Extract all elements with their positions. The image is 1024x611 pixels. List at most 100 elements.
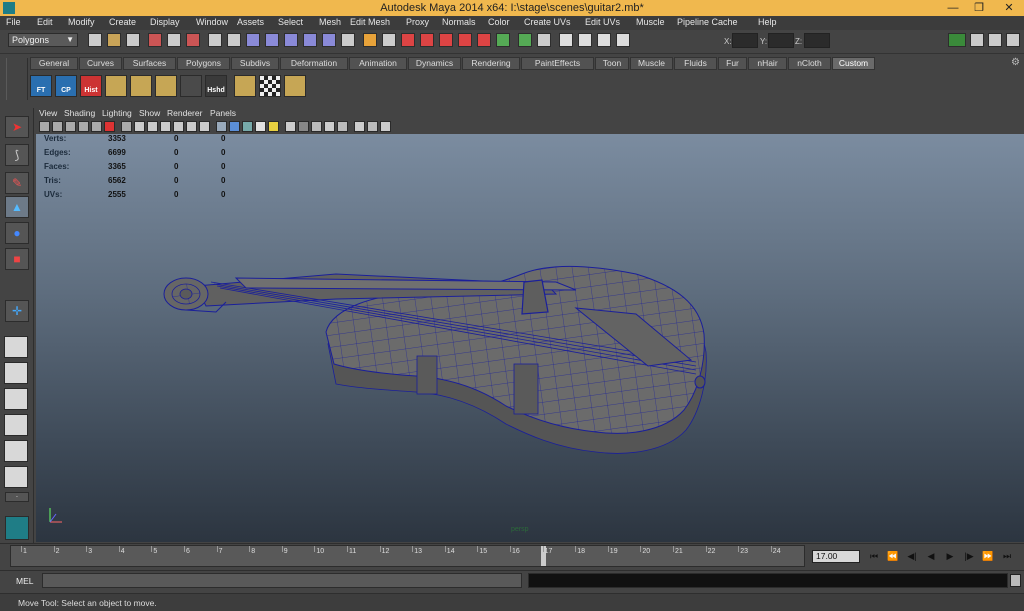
persp-uv-layout-icon[interactable]	[4, 466, 28, 488]
panel-menu-view[interactable]: View	[39, 108, 57, 118]
resolution-gate-icon[interactable]	[147, 121, 158, 132]
shelf-tab-toon[interactable]: Toon	[595, 57, 629, 70]
isolate-select-icon[interactable]	[324, 121, 335, 132]
menu-set-select[interactable]: Polygons ▼	[8, 33, 78, 47]
snap-view-icon[interactable]	[458, 33, 472, 47]
menu-edit[interactable]: Edit	[37, 17, 53, 27]
move-tool-icon[interactable]: ▲	[5, 196, 29, 218]
persp-graph-layout-icon[interactable]	[4, 414, 28, 436]
play-forwards-icon[interactable]: ▶	[942, 549, 958, 564]
select-surfaces-icon[interactable]	[265, 33, 279, 47]
snap-grid-icon[interactable]	[401, 33, 415, 47]
grease-pencil-icon[interactable]	[104, 121, 115, 132]
select-by-hierarchy-icon[interactable]	[148, 33, 162, 47]
panel-menu-shading[interactable]: Shading	[64, 108, 95, 118]
rotate-tool-icon[interactable]: ●	[5, 222, 29, 244]
select-tool-icon[interactable]: ➤	[5, 116, 29, 138]
render-current-icon[interactable]	[559, 33, 573, 47]
construction-history-icon[interactable]	[537, 33, 551, 47]
input-ops-icon[interactable]	[496, 33, 510, 47]
menu-pipeline-cache[interactable]: Pipeline Cache	[677, 17, 738, 27]
image-plane-icon[interactable]	[78, 121, 89, 132]
shelf-tab-animation[interactable]: Animation	[349, 57, 407, 70]
hypershade-icon[interactable]: Hshd	[205, 75, 227, 97]
shelf-tab-painteffects[interactable]: PaintEffects	[521, 57, 594, 70]
manipulator-tool-icon[interactable]: ✛	[5, 300, 29, 322]
step-forward-key-icon[interactable]: ⏩	[980, 549, 996, 564]
sidebar-toggle-icon[interactable]	[948, 33, 966, 47]
channel-box-icon[interactable]	[1006, 33, 1020, 47]
go-to-end-icon[interactable]: ⏭	[999, 549, 1015, 564]
shelf-tab-dynamics[interactable]: Dynamics	[408, 57, 461, 70]
menu-mesh[interactable]: Mesh	[319, 17, 341, 27]
shelf-options[interactable]	[6, 58, 28, 100]
minimize-button[interactable]: —	[940, 0, 966, 16]
safe-action-icon[interactable]	[186, 121, 197, 132]
perspective-viewport[interactable]: Verts: 3353 0 0 Edges: 6699 0 0 Faces: 3365 0 0 Tris…	[36, 134, 1024, 542]
persp-outliner-layout-icon[interactable]	[4, 388, 28, 410]
smooth-shade-icon[interactable]	[229, 121, 240, 132]
uv-editor-icon[interactable]	[234, 75, 256, 97]
menu-display[interactable]: Display	[150, 17, 180, 27]
shelf-tab-deformation[interactable]: Deformation	[280, 57, 348, 70]
menu-create[interactable]: Create	[109, 17, 136, 27]
film-gate-icon[interactable]	[134, 121, 145, 132]
freeze-transform-icon[interactable]: FT	[30, 75, 52, 97]
y-coordinate-field[interactable]	[768, 33, 794, 48]
panel-menu-lighting[interactable]: Lighting	[102, 108, 132, 118]
ambient-occlusion-icon[interactable]	[354, 121, 365, 132]
shelf-tab-ncloth[interactable]: nCloth	[788, 57, 831, 70]
bookmark-icon[interactable]	[65, 121, 76, 132]
snap-point-icon[interactable]	[439, 33, 453, 47]
tool-settings-icon[interactable]	[988, 33, 1002, 47]
checker-icon[interactable]	[259, 75, 281, 97]
shelf-tab-muscle[interactable]: Muscle	[630, 57, 673, 70]
textured-icon[interactable]	[255, 121, 266, 132]
step-back-key-icon[interactable]: ⏪	[885, 549, 901, 564]
step-back-frame-icon[interactable]: ◀|	[904, 549, 920, 564]
select-rendering-icon[interactable]	[322, 33, 336, 47]
xray-icon[interactable]	[298, 121, 309, 132]
select-handles-icon[interactable]	[208, 33, 222, 47]
select-misc-icon[interactable]	[341, 33, 355, 47]
select-deformations-icon[interactable]	[284, 33, 298, 47]
shelf-tab-rendering[interactable]: Rendering	[462, 57, 520, 70]
field-chart-icon[interactable]	[173, 121, 184, 132]
render-settings-icon[interactable]	[597, 33, 611, 47]
select-joints-icon[interactable]	[227, 33, 241, 47]
empty-slot-icon[interactable]	[180, 75, 202, 97]
shelf-menu-icon[interactable]: ⚙	[1011, 57, 1020, 68]
paint-select-tool-icon[interactable]: ✎	[5, 172, 29, 194]
violin-model[interactable]	[36, 134, 1024, 542]
uv-sew-icon[interactable]	[130, 75, 152, 97]
output-ops-icon[interactable]	[518, 33, 532, 47]
open-scene-icon[interactable]	[107, 33, 121, 47]
shelf-tab-nhair[interactable]: nHair	[748, 57, 787, 70]
shadows-icon[interactable]	[285, 121, 296, 132]
select-by-object-icon[interactable]	[167, 33, 181, 47]
x-coordinate-field[interactable]	[732, 33, 758, 48]
gate-mask-icon[interactable]	[160, 121, 171, 132]
menu-color[interactable]: Color	[488, 17, 510, 27]
center-pivot-icon[interactable]: CP	[55, 75, 77, 97]
motion-blur-icon[interactable]	[367, 121, 378, 132]
shelf-tab-curves[interactable]: Curves	[79, 57, 122, 70]
menu-create-uvs[interactable]: Create UVs	[524, 17, 571, 27]
select-dynamics-icon[interactable]	[303, 33, 317, 47]
shelf-tab-custom[interactable]: Custom	[832, 57, 875, 70]
menu-help[interactable]: Help	[758, 17, 777, 27]
save-scene-icon[interactable]	[126, 33, 140, 47]
select-camera-icon[interactable]	[39, 121, 50, 132]
shelf-tab-general[interactable]: General	[30, 57, 78, 70]
current-frame-field[interactable]: 17.00	[812, 550, 860, 563]
step-forward-frame-icon[interactable]: |▶	[961, 549, 977, 564]
scale-tool-icon[interactable]: ■	[5, 248, 29, 270]
uv-snapshot-icon[interactable]	[284, 75, 306, 97]
menu-select[interactable]: Select	[278, 17, 303, 27]
go-to-start-icon[interactable]: ⏮	[866, 549, 882, 564]
safe-title-icon[interactable]	[199, 121, 210, 132]
four-view-layout-icon[interactable]	[4, 362, 28, 384]
script-editor-icon[interactable]	[1010, 574, 1021, 587]
script-language-toggle[interactable]: MEL	[6, 575, 40, 587]
highlight-selection-icon[interactable]	[382, 33, 396, 47]
